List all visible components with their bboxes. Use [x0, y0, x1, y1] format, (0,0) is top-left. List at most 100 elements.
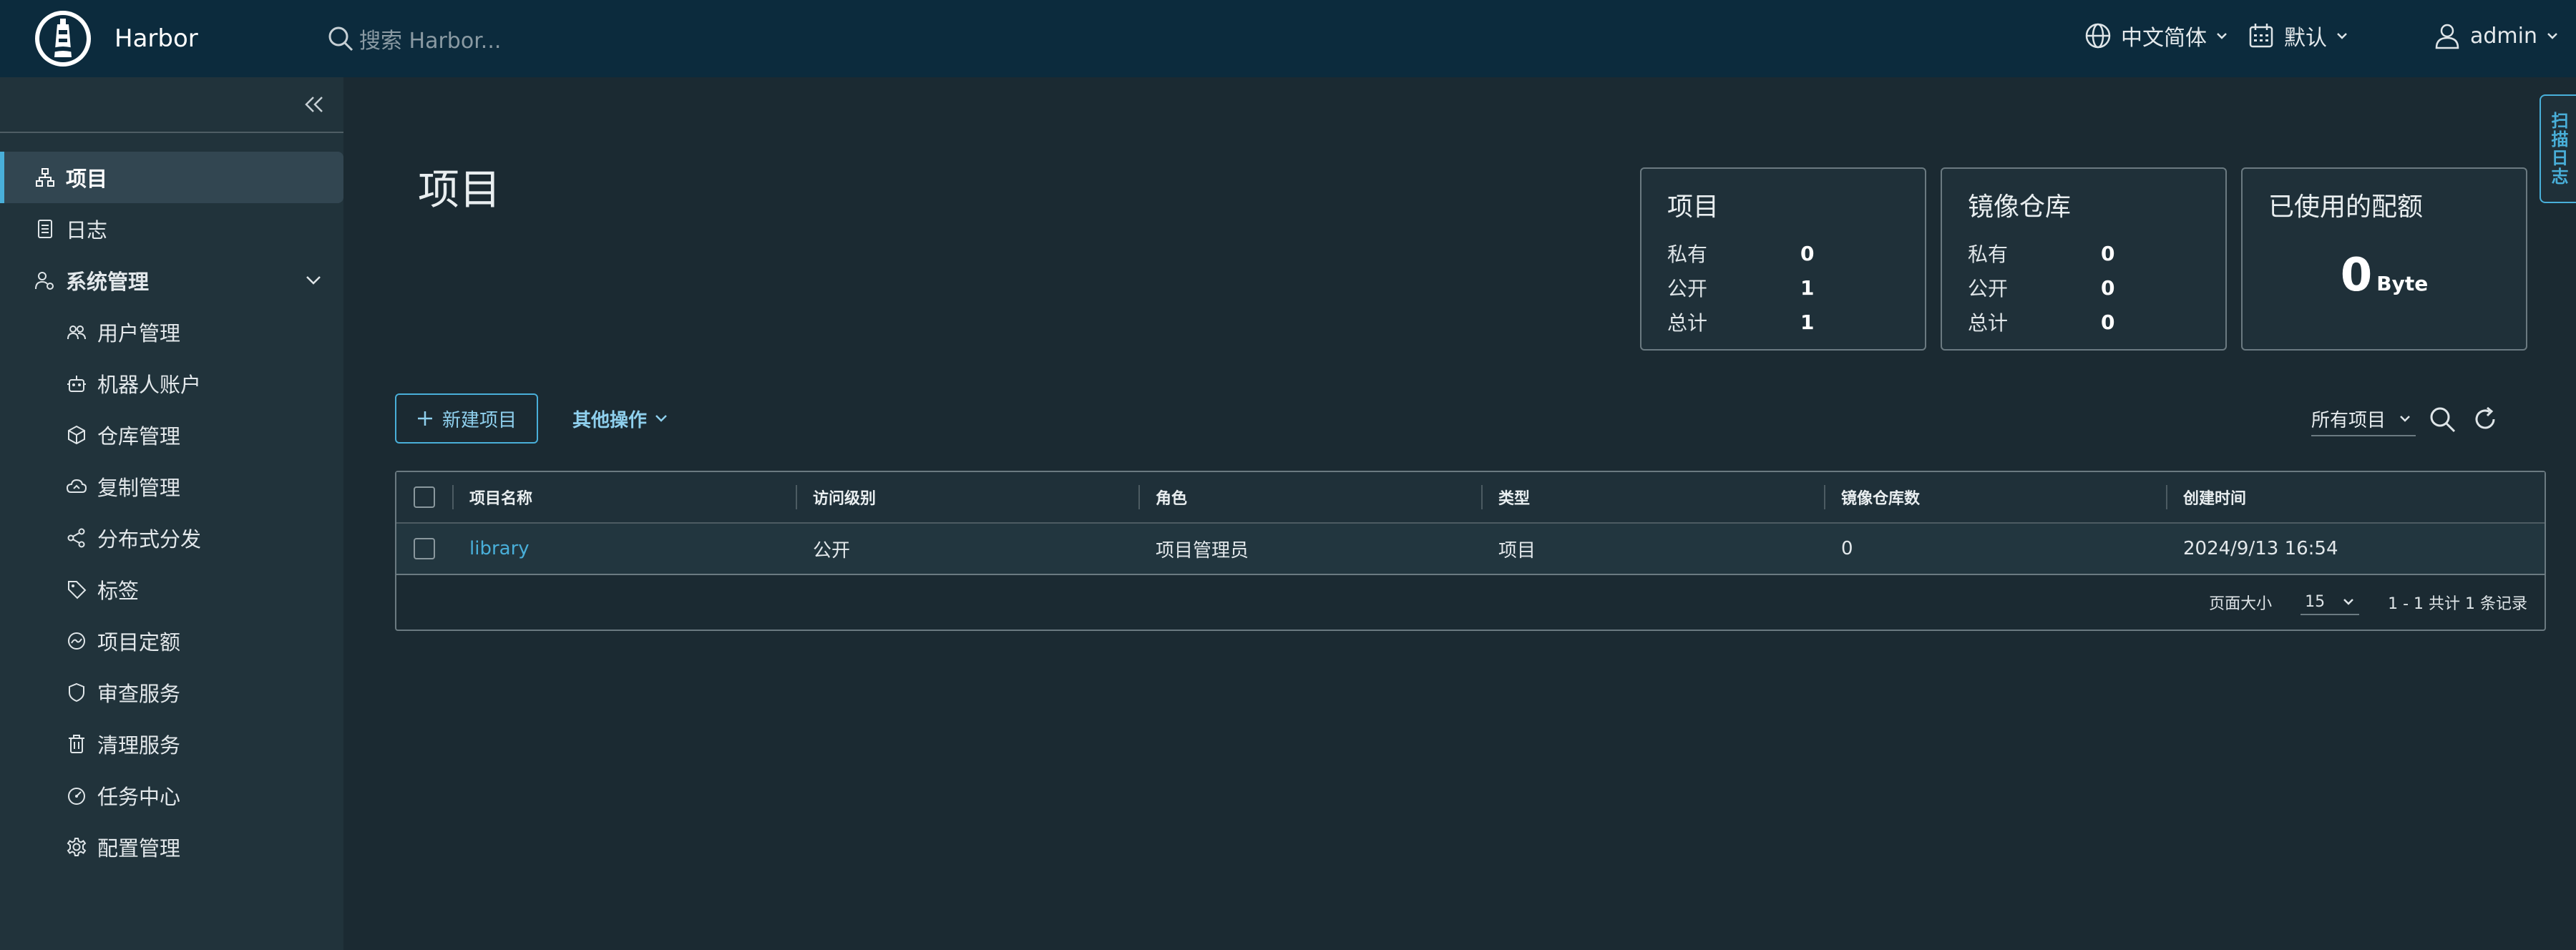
sidebar-item-robot-accounts[interactable]: 机器人账户 — [0, 358, 343, 409]
card-row-value: 1 — [1800, 275, 1815, 300]
creation-time-cell: 2024/9/13 16:54 — [2183, 538, 2338, 559]
trash-icon — [69, 735, 84, 753]
logs-icon — [38, 220, 52, 238]
sidebar-item-distributions[interactable]: 分布式分发 — [0, 512, 343, 564]
sidebar-collapse-row — [0, 77, 343, 133]
card-title: 项目 — [1667, 192, 1719, 222]
card-row-total: 总计 1 — [1667, 305, 1899, 339]
search-icon — [326, 24, 355, 53]
role-cell: 项目管理员 — [1156, 539, 1249, 562]
sidebar-item-label: 仓库管理 — [97, 424, 181, 449]
language-selector[interactable]: 中文简体 — [2084, 0, 2228, 72]
sidebar-item-label: 复制管理 — [97, 476, 181, 500]
card-row-value: 0 — [2101, 241, 2115, 265]
table-header: 项目名称 访问级别 角色 类型 镜像仓库数 创建时间 — [396, 472, 2545, 524]
sidebar-item-users[interactable]: 用户管理 — [0, 306, 343, 358]
calendar-icon — [2247, 21, 2275, 50]
card-row-label: 公开 — [1667, 277, 1708, 300]
select-all-cell — [396, 472, 452, 522]
sidebar-item-label: 系统管理 — [66, 270, 150, 294]
collapse-sidebar-icon[interactable] — [302, 92, 328, 117]
card-row-public: 公开 1 — [1667, 270, 1899, 305]
brand[interactable]: Harbor — [33, 9, 198, 69]
card-row-total: 总计 0 — [1968, 305, 2200, 339]
sidebar-item-replications[interactable]: 复制管理 — [0, 461, 343, 512]
card-row-label: 总计 — [1968, 311, 2009, 335]
page-size-label: 页面大小 — [2209, 595, 2273, 613]
side-tab-label: 扫描日志 — [2548, 112, 2568, 186]
sidebar-item-label: 标签 — [97, 579, 140, 603]
chevron-down-icon — [2399, 414, 2411, 423]
top-header: Harbor 搜索 Harbor... 中文简体 默认 admin — [0, 0, 2576, 77]
card-row-private: 私有 0 — [1667, 236, 1899, 270]
sidebar-item-logs[interactable]: 日志 — [0, 203, 343, 255]
sidebar-item-label: 清理服务 — [97, 733, 181, 758]
share-icon — [67, 528, 85, 548]
tag-icon — [68, 581, 87, 599]
chevron-down-icon — [2342, 597, 2355, 606]
sidebar-item-project-quotas[interactable]: 项目定额 — [0, 615, 343, 667]
project-filter-select[interactable]: 所有项目 — [2311, 402, 2416, 436]
other-actions-dropdown[interactable]: 其他操作 — [572, 393, 668, 444]
project-name-link[interactable]: library — [469, 538, 530, 559]
search-icon[interactable] — [2427, 404, 2457, 434]
column-header[interactable]: 创建时间 — [2166, 472, 2538, 522]
sidebar-item-label: 分布式分发 — [97, 527, 202, 552]
sidebar-item-label: 日志 — [66, 218, 108, 243]
new-project-button[interactable]: 新建项目 — [395, 393, 538, 444]
page-title: 项目 — [418, 165, 502, 214]
column-header[interactable]: 访问级别 — [796, 472, 1138, 522]
sidebar-item-registries[interactable]: 仓库管理 — [0, 409, 343, 461]
scan-log-side-tab[interactable]: 扫描日志 — [2540, 94, 2576, 203]
select-all-checkbox[interactable] — [414, 486, 435, 508]
type-cell: 项目 — [1498, 539, 1536, 562]
gear-icon — [67, 838, 87, 856]
page-size-value: 15 — [2305, 592, 2326, 611]
row-checkbox[interactable] — [414, 538, 435, 559]
sidebar-item-configuration[interactable]: 配置管理 — [0, 821, 343, 873]
replication-icon — [66, 479, 87, 493]
datetime-format-label: 默认 — [2284, 26, 2327, 51]
registry-icon — [68, 425, 85, 445]
sidebar-item-projects[interactable]: 项目 — [0, 152, 343, 203]
refresh-icon[interactable] — [2470, 404, 2500, 434]
app-name: Harbor — [114, 24, 198, 53]
projects-datagrid: 项目名称 访问级别 角色 类型 镜像仓库数 创建时间 library 公开 项目… — [395, 471, 2546, 631]
sidebar-item-job-service[interactable]: 任务中心 — [0, 770, 343, 821]
user-menu[interactable]: admin — [2433, 0, 2559, 72]
globe-icon — [2084, 21, 2112, 50]
global-search[interactable]: 搜索 Harbor... — [326, 19, 501, 59]
column-header[interactable]: 角色 — [1138, 472, 1481, 522]
table-row: library 公开 项目管理员 项目 0 2024/9/13 16:54 — [396, 524, 2545, 575]
other-actions-label: 其他操作 — [572, 409, 648, 431]
shield-icon — [69, 682, 84, 702]
card-row-private: 私有 0 — [1968, 236, 2200, 270]
column-header[interactable]: 镜像仓库数 — [1824, 472, 2166, 522]
project-name-cell: library — [452, 524, 796, 574]
card-row-public: 公开 0 — [1968, 270, 2200, 305]
card-row-value: 1 — [1800, 310, 1815, 334]
sidebar-item-interrogation-services[interactable]: 审查服务 — [0, 667, 343, 718]
quota-usage: 0 Byte — [2268, 249, 2500, 302]
row-select-cell — [396, 524, 452, 574]
search-input[interactable]: 搜索 Harbor... — [359, 23, 501, 54]
quota-value: 0 — [2340, 249, 2373, 302]
repositories-summary-card: 镜像仓库 私有 0 公开 0 总计 0 — [1941, 167, 2227, 351]
chevron-down-icon — [2336, 31, 2348, 40]
sidebar-item-clean-up[interactable]: 清理服务 — [0, 718, 343, 770]
page-size-select[interactable]: 15 — [2301, 590, 2360, 615]
column-header[interactable]: 项目名称 — [452, 472, 796, 522]
username: admin — [2470, 23, 2537, 49]
card-row-label: 私有 — [1968, 243, 2009, 266]
datetime-format-selector[interactable]: 默认 — [2247, 0, 2348, 72]
card-title: 镜像仓库 — [1968, 192, 2072, 222]
column-header[interactable]: 类型 — [1481, 472, 1824, 522]
sidebar: 项目 日志 系统管理 用户管理 机器人账户 仓库管理 复制管理 分布式分发 标签… — [0, 77, 343, 950]
new-project-label: 新建项目 — [441, 409, 517, 431]
user-icon — [2433, 21, 2462, 50]
sidebar-item-labels[interactable]: 标签 — [0, 564, 343, 615]
projects-summary-card: 项目 私有 0 公开 1 总计 1 — [1640, 167, 1926, 351]
sidebar-group-administration[interactable]: 系统管理 — [0, 255, 343, 306]
sidebar-item-label: 配置管理 — [97, 836, 181, 861]
repo-count-cell: 0 — [1841, 538, 1853, 559]
